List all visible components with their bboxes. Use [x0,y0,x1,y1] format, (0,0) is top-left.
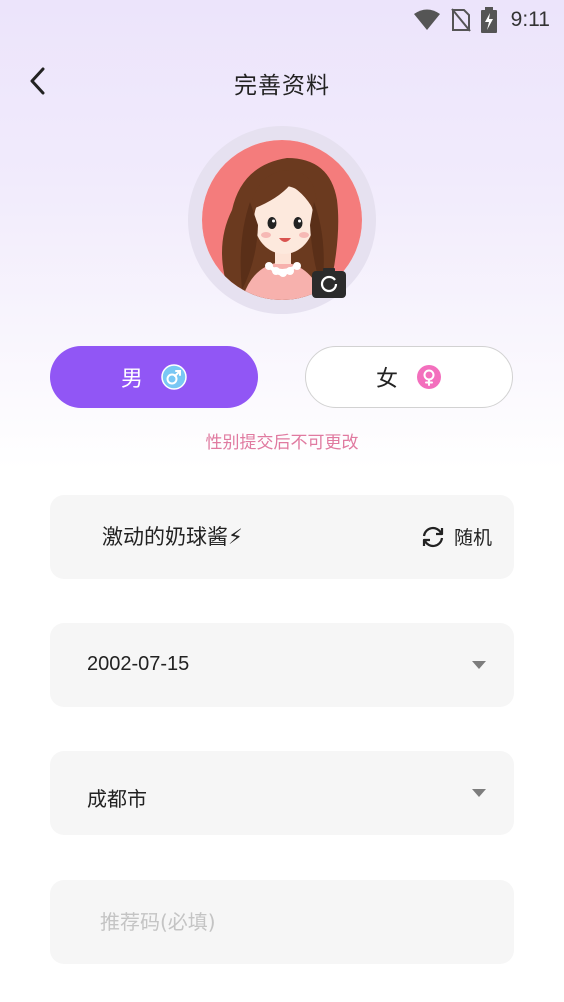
birthday-field[interactable]: 2002-07-15 [50,623,514,707]
battery-charging-icon [480,7,497,33]
nickname-value: 激动的奶球酱⚡ [102,525,243,549]
random-nickname-button[interactable]: 随机 [420,523,492,550]
gender-note: 性别提交后不可更改 [205,433,359,453]
gender-female-button[interactable]: 女 [305,346,513,408]
random-label: 随机 [453,527,492,549]
gender-female-label: 女 [375,367,398,392]
male-symbol-icon [161,364,187,390]
page-title: 完善资料 [234,73,330,99]
city-field[interactable]: 成都市 [50,751,514,835]
status-time: 9:11 [510,8,550,31]
status-icons: 9:11 [413,6,550,34]
gender-male-label: 男 [120,367,143,392]
birthday-value: 2002-07-15 [87,653,190,675]
refresh-icon [422,526,444,547]
wifi-icon [413,9,440,30]
no-sim-icon [450,8,471,32]
referral-field [50,880,514,964]
gender-male-button[interactable]: 男 [50,346,258,408]
camera-button[interactable] [312,268,346,298]
referral-code-input[interactable] [100,904,490,940]
dropdown-caret-icon [472,661,486,669]
female-symbol-icon [417,365,441,389]
city-value: 成都市 [87,787,147,811]
status-bar: 9:11 [0,0,564,40]
dropdown-caret-icon [472,789,486,797]
nickname-field[interactable]: 激动的奶球酱⚡ 随机 [50,495,514,579]
camera-icon [312,268,346,298]
